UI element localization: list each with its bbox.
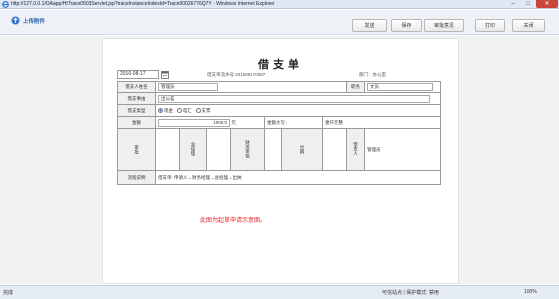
maximize-button[interactable]: □ <box>521 0 535 8</box>
amount-upper-label: 金额大写： <box>264 116 323 129</box>
gm-label: 总经理 <box>179 128 207 171</box>
amount-cell: 1000.0 元 <box>155 116 265 129</box>
type-label: 借支类型 <box>117 104 156 117</box>
document-number: 借支单流水号:201608170087 <box>207 72 266 77</box>
form-toolbar: 上传附件 发送 保存 审批意见 打印 关闭 <box>0 10 559 35</box>
sample-note: 此图为起草申请示意图。 <box>200 218 267 224</box>
status-bar: 完成 可信站点 | 保护模式: 禁用 100% <box>0 285 559 299</box>
close-window-button[interactable]: ✕ <box>536 0 558 8</box>
type-option-check[interactable]: 支票 <box>195 107 211 113</box>
wire-radio[interactable] <box>176 107 182 113</box>
loan-form-table: 借支人姓名 管理员 职务 文员 借支事由 出公差 借支类型 现金 电汇 支票 金… <box>117 81 442 185</box>
loan-form-document: 借支单 2016-08-17 借支单流水号:201608170087 部门：办公… <box>102 38 459 284</box>
finance-label: 财务审核 <box>230 128 265 171</box>
window-title: http://127.0.0.1/OAapp/HtTrace0503Servle… <box>11 1 275 7</box>
ie-logo-icon <box>2 1 9 8</box>
reason-cell: 出公差 <box>154 92 442 105</box>
minimize-button[interactable]: – <box>506 0 520 8</box>
type-option-cash[interactable]: 现金 <box>158 108 173 113</box>
finance-cell <box>264 128 282 171</box>
position-cell: 文员 <box>364 81 442 93</box>
gm-cell <box>206 128 231 171</box>
window-titlebar: http://127.0.0.1/OAapp/HtTrace0503Servle… <box>0 0 559 9</box>
send-button[interactable]: 发送 <box>352 19 387 32</box>
position-label: 职务 <box>346 81 366 93</box>
applicant-field[interactable]: 管理员 <box>158 83 218 91</box>
upload-attachment-label: 上传附件 <box>23 18 46 25</box>
calendar-icon[interactable] <box>161 70 169 79</box>
upload-attachment-link[interactable]: 上传附件 <box>11 16 45 25</box>
upload-icon <box>11 16 20 25</box>
save-button[interactable]: 保存 <box>391 19 422 32</box>
close-button[interactable]: 关闭 <box>512 19 545 32</box>
approval-opinion-button[interactable]: 审批意见 <box>424 19 464 32</box>
borrower-value: 管理员 <box>364 128 442 171</box>
security-zone: 可信站点 | 保护模式: 禁用 <box>382 290 439 296</box>
reason-label: 借支事由 <box>117 92 156 105</box>
amount-label: 金额 <box>117 116 156 129</box>
cash-radio[interactable] <box>158 107 163 113</box>
type-options: 现金 电汇 支票 <box>154 104 442 117</box>
applicant-cell: 管理员 <box>154 81 348 93</box>
check-radio[interactable] <box>195 107 201 113</box>
amount-upper-value: 壹仟元整 <box>321 116 442 129</box>
borrower-label: 借支人 <box>346 128 366 171</box>
amount-unit: 元 <box>231 119 236 125</box>
type-option-wire[interactable]: 电汇 <box>176 107 192 113</box>
applicant-label: 借支人姓名 <box>117 81 156 93</box>
flow-label: 流程说明 <box>117 170 156 185</box>
position-field[interactable]: 文员 <box>367 83 434 91</box>
cashier-cell <box>321 128 348 171</box>
reason-field[interactable]: 出公差 <box>158 94 430 103</box>
audit-label: 审批 <box>117 128 156 171</box>
cashier-label: 出纳 <box>281 128 323 171</box>
audit-cell <box>155 128 180 171</box>
status-text: 完成 <box>3 290 14 296</box>
flow-value: 借支单: 申请人→财务经理→总经理→出纳 <box>154 170 442 185</box>
date-input[interactable]: 2016-08-17 <box>117 70 159 79</box>
print-button[interactable]: 打印 <box>475 19 505 32</box>
department-label: 部门：办公室 <box>359 72 386 77</box>
amount-field[interactable]: 1000.0 <box>158 118 230 127</box>
zoom-level[interactable]: 100% <box>524 289 537 295</box>
